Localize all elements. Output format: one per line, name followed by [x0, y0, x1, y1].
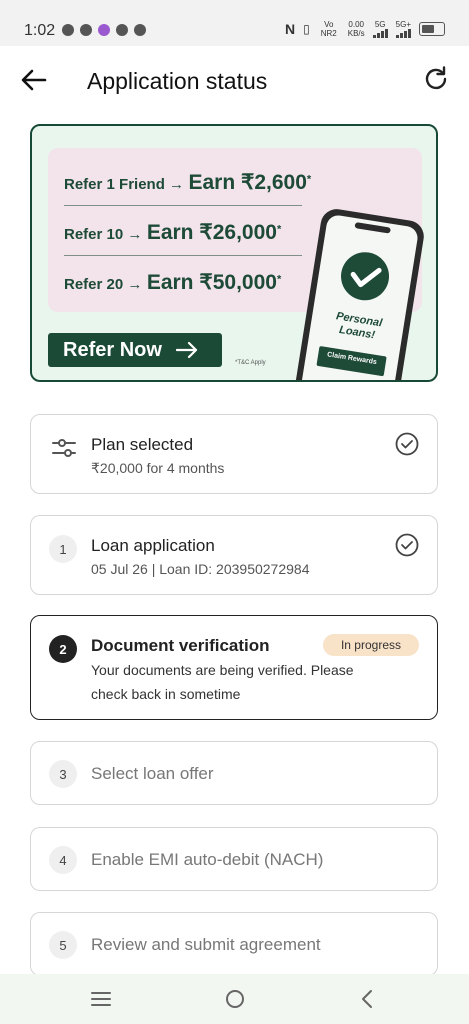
status-badge: In progress	[322, 634, 419, 656]
status-bar: 1:02 N ▯ Vo NR2 0.00 KB/s 5G 5G+	[0, 0, 469, 46]
step-title: Loan application	[91, 536, 215, 555]
page-title: Application status	[87, 68, 268, 94]
step-subtitle: 05 Jul 26 | Loan ID: 203950272984	[91, 561, 310, 577]
nfc-icon: N	[285, 20, 296, 37]
app-icon	[134, 24, 146, 36]
vibrate-icon: ▯	[303, 21, 310, 36]
step-subtitle-line-2: check back in sometime	[91, 686, 241, 702]
network-label: Vo NR2	[320, 20, 337, 38]
check-circle-icon	[395, 533, 419, 557]
step-title: Select loan offer	[91, 764, 214, 783]
speed-indicator: 0.00 KB/s	[347, 20, 365, 38]
referral-banner[interactable]: Refer 1 Friend → Earn ₹2,600* Refer 10 →…	[30, 124, 438, 382]
app-icon	[98, 24, 110, 36]
status-time: 1:02	[24, 22, 56, 39]
signal-2: 5G+	[396, 20, 411, 38]
step-title: Enable EMI auto-debit (NACH)	[91, 850, 324, 869]
app-header: Application status	[0, 46, 469, 118]
check-circle-icon	[395, 432, 419, 456]
step-number: 5	[49, 931, 77, 959]
referral-line-3: Refer 20 → Earn ₹50,000*	[64, 271, 282, 294]
refresh-icon[interactable]	[421, 64, 451, 94]
signal-bars-icon	[395, 29, 411, 38]
step-title: Review and submit agreement	[91, 935, 321, 954]
sliders-icon	[52, 439, 76, 457]
back-arrow-icon[interactable]	[18, 64, 50, 96]
step-number: 4	[49, 846, 77, 874]
step-document-verification[interactable]: 2 Document verification In progress Your…	[30, 615, 438, 720]
step-title: Document verification	[91, 636, 270, 655]
step-plan-selected[interactable]: Plan selected ₹20,000 for 4 months	[30, 414, 438, 494]
system-nav-bar	[0, 974, 469, 1024]
battery-icon	[419, 22, 445, 36]
back-icon[interactable]	[359, 989, 375, 1009]
signal-bars-icon	[372, 29, 388, 38]
step-number: 3	[49, 760, 77, 788]
menu-icon[interactable]	[90, 991, 112, 1007]
step-number: 2	[49, 635, 77, 663]
divider	[64, 205, 302, 206]
step-enable-emi-autodebit[interactable]: 4 Enable EMI auto-debit (NACH)	[30, 827, 438, 891]
refer-now-button[interactable]: Refer Now	[48, 333, 222, 367]
step-select-loan-offer[interactable]: 3 Select loan offer	[30, 741, 438, 805]
signal-1: 5G	[372, 20, 388, 38]
app-icon	[116, 24, 128, 36]
notification-icons	[62, 24, 146, 36]
referral-line-1: Refer 1 Friend → Earn ₹2,600*	[64, 171, 312, 194]
step-number: 1	[49, 535, 77, 563]
divider	[64, 255, 302, 256]
step-loan-application[interactable]: 1 Loan application 05 Jul 26 | Loan ID: …	[30, 515, 438, 595]
whatsapp-icon	[80, 24, 92, 36]
terms-note: *T&C Apply	[235, 360, 266, 366]
step-subtitle: ₹20,000 for 4 months	[91, 460, 225, 476]
step-review-agreement[interactable]: 5 Review and submit agreement	[30, 912, 438, 976]
home-icon[interactable]	[224, 988, 246, 1010]
referral-line-2: Refer 10 → Earn ₹26,000*	[64, 221, 282, 244]
arrow-right-icon	[175, 341, 198, 359]
status-indicators: N ▯ Vo NR2 0.00 KB/s 5G 5G+	[285, 20, 445, 38]
chat-icon	[62, 24, 74, 36]
step-title: Plan selected	[91, 435, 194, 454]
step-subtitle-line-1: Your documents are being verified. Pleas…	[91, 662, 354, 678]
